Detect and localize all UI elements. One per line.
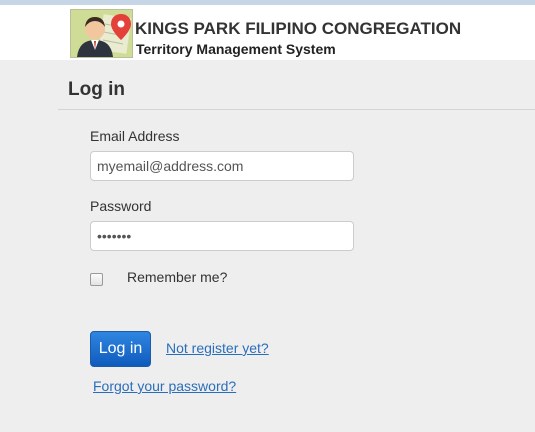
email-field[interactable] <box>90 151 354 181</box>
app-title: KINGS PARK FILIPINO CONGREGATION <box>135 19 462 38</box>
site-header: KINGS PARK FILIPINO CONGREGATION Territo… <box>0 5 535 60</box>
remember-me-checkbox[interactable] <box>90 273 103 286</box>
app-subtitle: Territory Management System <box>136 41 336 57</box>
person-map-pin-icon <box>70 9 133 58</box>
register-link[interactable]: Not register yet? <box>166 340 269 356</box>
forgot-password-link[interactable]: Forgot your password? <box>93 378 236 394</box>
page-title: Log in <box>68 79 125 100</box>
password-label: Password <box>90 198 152 214</box>
email-label: Email Address <box>90 128 180 144</box>
login-button[interactable]: Log in <box>90 331 151 367</box>
password-field[interactable] <box>90 221 354 251</box>
heading-divider <box>58 109 535 110</box>
remember-me-label: Remember me? <box>127 269 228 285</box>
